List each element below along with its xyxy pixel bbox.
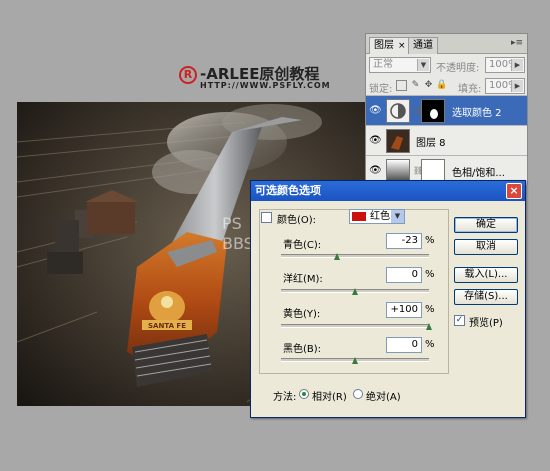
yellow-label: 黄色(Y): (283, 309, 321, 320)
yellow-slider-handle[interactable] (425, 323, 433, 330)
cyan-slider-handle[interactable] (334, 253, 341, 260)
chevron-down-icon: ▼ (417, 59, 429, 71)
color-label: 颜色(O): (277, 215, 317, 226)
relative-radio[interactable] (299, 389, 309, 399)
yellow-input[interactable]: +100 (386, 302, 422, 318)
preview-label: 预览(P) (469, 318, 503, 329)
layers-panel: 图层 × 通道 ▸≡ 正常 ▼ 不透明度: 100% ▶ 锁定: ✎ ✥ 🔒 填充: … (365, 33, 528, 186)
tab-layers[interactable]: 图层 × (369, 37, 411, 54)
preview-checkbox[interactable]: ✓ (454, 315, 465, 326)
yellow-slider-track[interactable] (281, 324, 429, 328)
close-icon[interactable]: × (506, 183, 522, 199)
cyan-slider-track[interactable] (281, 254, 429, 258)
red-swatch (352, 212, 366, 221)
method-label: 方法: (273, 392, 297, 403)
yellow-percent: % (425, 304, 435, 315)
watermark-text-1: PS (222, 214, 242, 233)
color-select[interactable]: 红色 ▼ (349, 209, 405, 224)
adjustment-thumbnail (386, 99, 410, 123)
cyan-percent: % (425, 235, 435, 246)
black-percent: % (425, 339, 435, 350)
save-button[interactable]: 存储(S)... (454, 289, 518, 305)
lock-paint-icon[interactable]: ✎ (410, 80, 421, 91)
magenta-label: 洋红(M): (283, 274, 323, 285)
absolute-label: 绝对(A) (366, 392, 401, 403)
chain-icon: ⛓ (413, 106, 424, 115)
layers-panel-tabs: 图层 × 通道 ▸≡ (366, 34, 527, 54)
lock-transparency-icon[interactable] (396, 80, 407, 91)
load-button[interactable]: 载入(L)... (454, 267, 518, 283)
ok-button[interactable]: 确定 (454, 217, 518, 233)
magenta-input[interactable]: 0 (386, 267, 422, 283)
opacity-label: 不透明度: (436, 63, 480, 74)
magenta-slider-handle[interactable] (351, 288, 359, 295)
blend-mode-select[interactable]: 正常 ▼ (369, 57, 431, 73)
svg-text:SANTA FE: SANTA FE (148, 322, 186, 330)
lock-fill-row: 锁定: ✎ ✥ 🔒 填充: 100% ▶ (366, 76, 527, 96)
eye-icon[interactable]: 👁 (369, 135, 382, 147)
lock-move-icon[interactable]: ✥ (423, 80, 434, 91)
tutorial-url: HTTP://WWW.PSFLY.COM (200, 81, 331, 90)
dialog-title: 可选颜色选项 (255, 184, 321, 197)
chevron-down-icon: ▼ (391, 210, 404, 223)
fill-label: 填充: (458, 84, 482, 95)
group-checkbox[interactable] (261, 212, 272, 223)
chevron-right-icon: ▶ (511, 80, 523, 92)
lock-all-icon[interactable]: 🔒 (436, 80, 447, 91)
mask-thumbnail[interactable] (421, 99, 445, 123)
opacity-input[interactable]: 100% ▶ (485, 57, 525, 73)
color-select-value: 红色 (370, 211, 390, 222)
layer-thumbnail (386, 129, 410, 153)
tutorial-header: R -ARLEE原创教程 HTTP://WWW.PSFLY.COM (150, 60, 380, 94)
chevron-right-icon: ▶ (511, 59, 523, 71)
cyan-label: 青色(C): (283, 240, 322, 251)
layer-row-selective-color[interactable]: 👁 ⛓ 选取颜色 2 (366, 96, 527, 126)
layer-row-layer-8[interactable]: 👁 图层 8 (366, 126, 527, 156)
layer-name: 图层 8 (416, 138, 446, 149)
fill-input[interactable]: 100% ▶ (485, 78, 525, 94)
dialog-titlebar[interactable]: 可选颜色选项 × (251, 181, 525, 201)
cancel-button[interactable]: 取消 (454, 239, 518, 255)
layer-name: 色相/饱和... (452, 168, 505, 179)
lock-label: 锁定: (369, 84, 393, 95)
selective-color-dialog: 可选颜色选项 × 颜色(O): 红色 ▼ 青色(C): -23 % 洋红(M):… (250, 180, 526, 418)
blend-opacity-row: 正常 ▼ 不透明度: 100% ▶ (366, 54, 527, 76)
eye-icon[interactable]: 👁 (369, 105, 382, 117)
panel-menu-icon[interactable]: ▸≡ (510, 37, 524, 49)
cyan-input[interactable]: -23 (386, 233, 422, 249)
tab-channels[interactable]: 通道 (408, 37, 438, 54)
absolute-radio[interactable] (353, 389, 363, 399)
magenta-percent: % (425, 269, 435, 280)
black-input[interactable]: 0 (386, 337, 422, 353)
black-slider-handle[interactable] (351, 357, 359, 364)
black-label: 黑色(B): (283, 344, 322, 355)
registered-mark-icon: R (179, 66, 197, 84)
eye-icon[interactable]: 👁 (369, 165, 382, 177)
chain-icon: ⛓ (413, 166, 424, 175)
close-tab-icon[interactable]: × (398, 41, 406, 51)
relative-label: 相对(R) (312, 392, 347, 403)
layer-name: 选取颜色 2 (452, 108, 502, 119)
